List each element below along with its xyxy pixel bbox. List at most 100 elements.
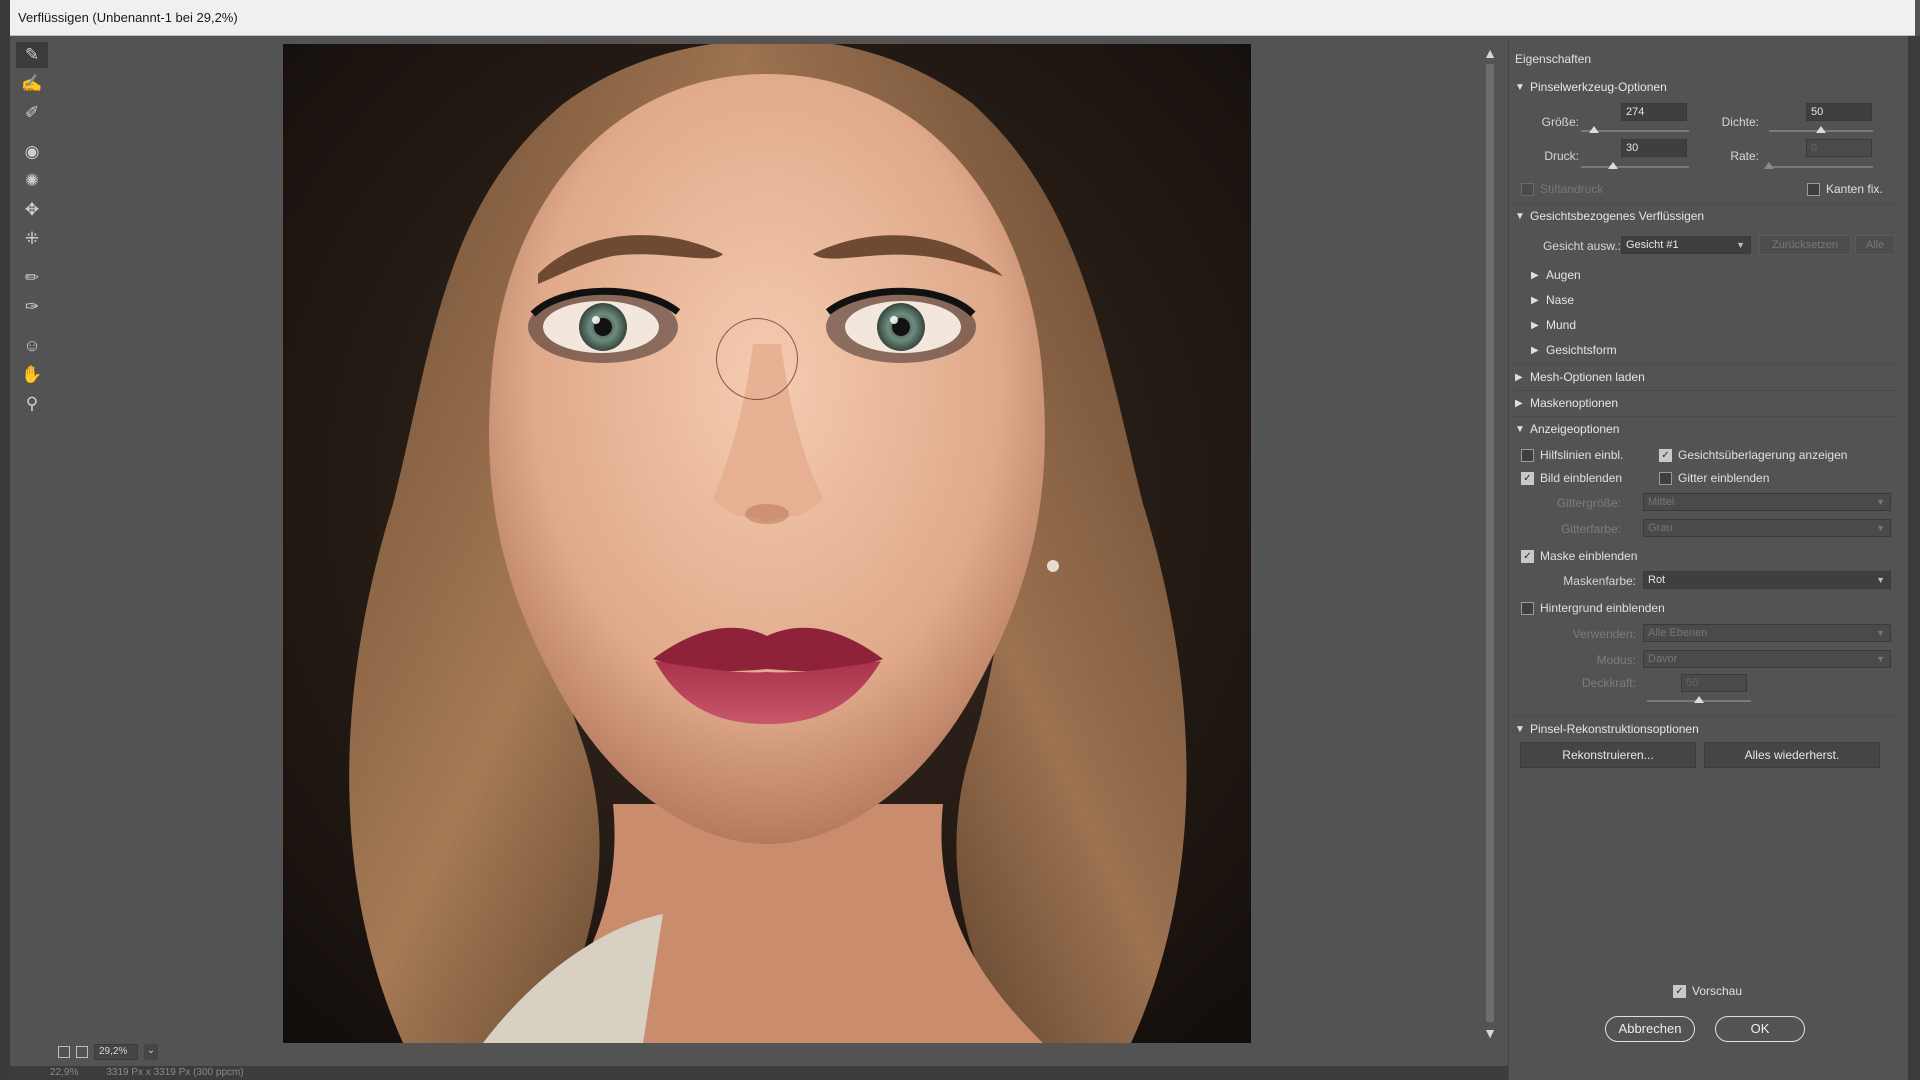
pressure-slider[interactable] (1581, 166, 1689, 168)
scroll-down-icon[interactable]: ▼ (1482, 1024, 1498, 1042)
density-input[interactable]: 50 (1806, 103, 1872, 121)
subsection-label: Gesichtsform (1546, 343, 1617, 357)
all-faces-button[interactable]: Alle (1855, 235, 1895, 255)
section-load-mesh[interactable]: ▶ Mesh-Optionen laden (1515, 370, 1645, 384)
restore-all-button[interactable]: Alles wiederherst. (1704, 742, 1880, 768)
collapsed-triangle-icon: ▶ (1515, 371, 1523, 383)
show-backdrop-checkbox[interactable]: Hintergrund einblenden (1521, 601, 1665, 615)
face-tool-icon[interactable]: ☺ (16, 333, 48, 359)
show-face-overlay-checkbox[interactable]: ✓ Gesichtsüberlagerung anzeigen (1659, 448, 1847, 462)
section-label: Pinselwerkzeug-Optionen (1530, 80, 1667, 94)
checkbox-box (1521, 448, 1534, 462)
subsection-label: Mund (1546, 318, 1577, 332)
grid-color-dropdown[interactable]: Grau ▼ (1643, 519, 1891, 537)
zoom-controls: 29,2% ⌄ (58, 1044, 158, 1060)
section-label: Pinsel-Rekonstruktionsoptionen (1530, 722, 1699, 736)
section-brush-options[interactable]: ▼ Pinselwerkzeug-Optionen (1515, 80, 1667, 94)
mode-dropdown[interactable]: Davor ▼ (1643, 650, 1891, 668)
size-slider-thumb[interactable] (1588, 126, 1599, 133)
subsection-label: Nase (1546, 293, 1575, 307)
collapsed-triangle-icon: ▶ (1531, 344, 1539, 356)
density-label: Dichte: (1721, 115, 1759, 129)
stylus-pressure-checkbox[interactable]: Stiftandruck (1521, 182, 1603, 196)
show-mesh-checkbox[interactable]: Gitter einblenden (1659, 471, 1769, 485)
subsection-mouth[interactable]: ▶ Mund (1531, 318, 1576, 332)
preview-checkbox[interactable]: ✓ Vorschau (1673, 984, 1742, 998)
section-view-options[interactable]: ▼ Anzeigeoptionen (1515, 422, 1619, 436)
push-left-tool-icon[interactable]: ⁜ (16, 226, 48, 252)
subsection-eyes[interactable]: ▶ Augen (1531, 268, 1581, 282)
hand-tool-icon[interactable]: ✋ (16, 362, 48, 388)
cancel-button[interactable]: Abbrechen (1605, 1016, 1695, 1042)
canvas-vertical-scrollbar[interactable]: ▲ ▼ (1482, 44, 1498, 1042)
checkbox-label: Bild einblenden (1540, 471, 1623, 485)
window-titlebar: Verflüssigen (Unbenannt-1 bei 29,2%) (10, 0, 1915, 36)
pressure-slider-thumb[interactable] (1608, 162, 1619, 169)
status-zoom: 22,9% (50, 1067, 79, 1078)
pin-edges-checkbox[interactable]: Kanten fix. (1807, 182, 1883, 196)
select-face-dropdown[interactable]: Gesicht #1 ▼ (1621, 236, 1751, 254)
zoom-in-button[interactable] (76, 1046, 88, 1058)
zoom-dropdown-icon[interactable]: ⌄ (144, 1044, 158, 1060)
select-value: Mittel (1648, 496, 1675, 508)
scroll-up-icon[interactable]: ▲ (1482, 44, 1498, 62)
collapsed-triangle-icon: ▶ (1531, 319, 1539, 331)
scrollbar-track[interactable] (1486, 64, 1494, 1022)
show-image-checkbox[interactable]: ✓ Bild einblenden (1521, 471, 1622, 485)
expanded-triangle-icon: ▼ (1515, 81, 1525, 93)
reconstruct-button[interactable]: Rekonstruieren... (1520, 742, 1696, 768)
subsection-face-shape[interactable]: ▶ Gesichtsform (1531, 343, 1617, 357)
liquify-toolbar: ✎ ✍ ✐ ◉ ✺ ✥ ⁜ ✏ ✑ ☺ ✋ ⚲ (14, 40, 50, 413)
section-reconstruct-options[interactable]: ▼ Pinsel-Rekonstruktionsoptionen (1515, 722, 1699, 736)
density-slider-thumb[interactable] (1816, 126, 1826, 133)
checkmark-icon: ✓ (1521, 471, 1534, 485)
select-value: Rot (1648, 574, 1666, 586)
toolbar-gap (14, 129, 50, 137)
zoom-tool-icon[interactable]: ⚲ (16, 391, 48, 417)
ok-button[interactable]: OK (1715, 1016, 1805, 1042)
opacity-slider-thumb[interactable] (1694, 696, 1704, 703)
select-value: Alle Ebenen (1648, 627, 1708, 639)
section-face-aware-liquify[interactable]: ▼ Gesichtsbezogenes Verflüssigen (1515, 209, 1704, 223)
grid-size-label: Gittergröße: (1556, 496, 1621, 510)
size-label: Größe: (1541, 115, 1579, 129)
zoom-out-button[interactable] (58, 1046, 70, 1058)
expanded-triangle-icon: ▼ (1515, 423, 1525, 435)
chevron-down-icon: ▼ (1876, 497, 1885, 507)
bloat-tool-icon[interactable]: ✥ (16, 197, 48, 223)
mask-color-dropdown[interactable]: Rot ▼ (1643, 571, 1891, 589)
subsection-nose[interactable]: ▶ Nase (1531, 293, 1574, 307)
chevron-down-icon: ▼ (1736, 240, 1745, 250)
reconstruct-tool-icon[interactable]: ✍ (16, 71, 48, 97)
grid-size-dropdown[interactable]: Mittel ▼ (1643, 493, 1891, 511)
checkbox-box (1659, 471, 1672, 485)
section-mask-options[interactable]: ▶ Maskenoptionen (1515, 396, 1618, 410)
expanded-triangle-icon: ▼ (1515, 210, 1525, 222)
portrait-image[interactable] (283, 44, 1251, 1043)
use-dropdown[interactable]: Alle Ebenen ▼ (1643, 624, 1891, 642)
thaw-mask-tool-icon[interactable]: ✑ (16, 294, 48, 320)
mode-label: Modus: (1596, 653, 1636, 667)
rate-slider[interactable] (1769, 166, 1873, 168)
checkbox-box (1807, 182, 1820, 196)
freeze-mask-tool-icon[interactable]: ✏ (16, 265, 48, 291)
forward-warp-tool-icon[interactable]: ✎ (16, 42, 48, 68)
status-document-size: 3319 Px x 3319 Px (300 ppcm) (106, 1067, 244, 1078)
size-input[interactable]: 274 (1621, 103, 1687, 121)
opacity-input[interactable]: 50 (1681, 674, 1747, 692)
show-guides-checkbox[interactable]: Hilfslinien einbl. (1521, 448, 1623, 462)
zoom-level-field[interactable]: 29,2% (94, 1044, 138, 1060)
rate-input[interactable]: 0 (1806, 139, 1872, 157)
show-mask-checkbox[interactable]: ✓ Maske einblenden (1521, 549, 1637, 563)
reset-face-button[interactable]: Zurücksetzen (1759, 235, 1851, 255)
twirl-tool-icon[interactable]: ◉ (16, 139, 48, 165)
checkbox-label: Vorschau (1692, 984, 1743, 998)
checkbox-label: Gesichtsüberlagerung anzeigen (1678, 448, 1848, 462)
rate-slider-thumb[interactable] (1764, 162, 1774, 169)
pressure-input[interactable]: 30 (1621, 139, 1687, 157)
right-edge (1908, 36, 1920, 1080)
divider (1513, 364, 1897, 365)
opacity-label: Deckkraft: (1581, 676, 1636, 690)
smooth-tool-icon[interactable]: ✐ (16, 100, 48, 126)
pucker-tool-icon[interactable]: ✺ (16, 168, 48, 194)
